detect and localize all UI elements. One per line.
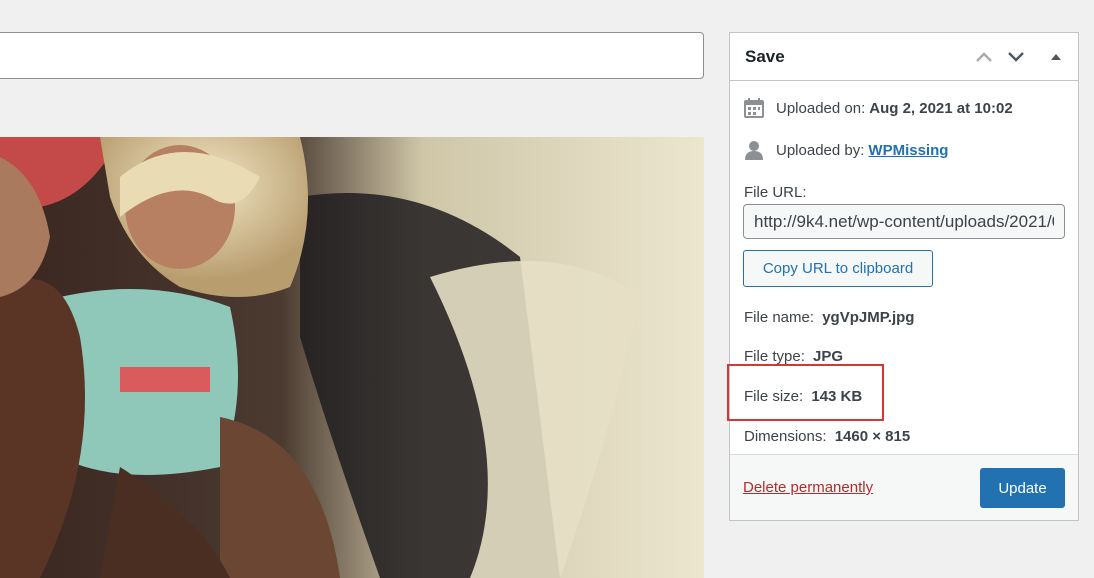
file-name-value: ygVpJMP.jpg [822, 309, 915, 326]
uploaded-by-label: Uploaded by: [776, 141, 865, 159]
delete-permanently-link[interactable]: Delete permanently [743, 479, 873, 496]
file-type-label: File type: [744, 348, 805, 365]
uploaded-on-label: Uploaded on: [776, 99, 866, 117]
copy-url-button[interactable]: Copy URL to clipboard [743, 250, 933, 287]
uploaded-by-row: Uploaded by: WPMissing [744, 139, 948, 161]
file-url-label: File URL: [744, 184, 807, 201]
file-name-label: File name: [744, 309, 815, 326]
file-type-row: File type: JPG [744, 348, 843, 365]
attachment-image [0, 137, 704, 578]
save-panel: Save Uploaded on: Aug 2, 2021 at 10:02 U… [729, 32, 1079, 521]
dimensions-label: Dimensions: [744, 428, 827, 445]
uploaded-on-row: Uploaded on: Aug 2, 2021 at 10:02 [744, 97, 1013, 119]
uploaded-by-link[interactable]: WPMissing [868, 142, 948, 159]
dimensions-value: 1460 × 815 [834, 428, 911, 445]
user-icon [744, 139, 764, 161]
dimensions-row: Dimensions: 1460 × 815 [744, 428, 910, 445]
title-input[interactable] [0, 32, 704, 79]
file-name-row: File name: ygVpJMP.jpg [744, 309, 914, 326]
panel-footer: Delete permanently Update [730, 454, 1078, 520]
chevron-down-icon[interactable] [1003, 45, 1029, 69]
collapse-arrow-icon[interactable] [1043, 45, 1069, 69]
file-size-highlight-box [727, 364, 884, 421]
file-type-value: JPG [813, 348, 844, 365]
file-url-field[interactable] [743, 204, 1065, 239]
panel-header: Save [730, 33, 1078, 81]
panel-title: Save [745, 47, 785, 66]
update-button[interactable]: Update [980, 468, 1065, 508]
uploaded-on-value: Aug 2, 2021 at 10:02 [869, 99, 1013, 117]
calendar-icon [744, 97, 764, 119]
chevron-up-icon[interactable] [971, 45, 997, 69]
